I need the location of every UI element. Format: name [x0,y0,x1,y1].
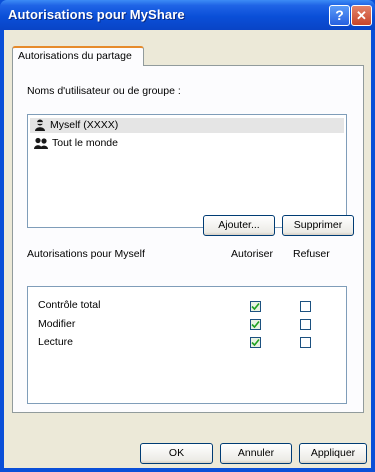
add-button[interactable]: Ajouter... [203,215,275,236]
ok-button[interactable]: OK [140,443,213,464]
cancel-button[interactable]: Annuler [220,443,292,464]
permissions-list: Contrôle total Modifier Lecture [27,286,347,404]
permissions-label: Autorisations pour Myself [27,248,145,260]
user-icon [35,119,45,131]
allow-column-header: Autoriser [231,248,274,260]
close-button[interactable]: ✕ [351,5,372,26]
checkmark-icon [251,320,260,329]
list-item[interactable]: Tout le monde [30,136,344,151]
apply-button[interactable]: Appliquer [299,443,367,464]
help-button[interactable]: ? [329,5,350,26]
deny-checkbox-read[interactable] [300,337,311,348]
users-label: Noms d'utilisateur ou de groupe : [27,85,181,97]
dialog-window: Autorisations pour MyShare ? ✕ Autorisat… [0,0,375,472]
window-title: Autorisations pour MyShare [8,7,185,22]
checkmark-icon [251,302,260,311]
list-item[interactable]: Myself (XXXX) [30,118,344,133]
users-listbox[interactable]: Myself (XXXX) Tout le monde [27,114,347,228]
user-name: Tout le monde [52,137,118,149]
permission-name: Modifier [38,318,76,330]
group-icon [34,137,48,149]
allow-checkbox-read[interactable] [250,337,261,348]
deny-checkbox-modify[interactable] [300,319,311,330]
user-name: Myself (XXXX) [50,119,119,131]
deny-column-header: Refuser [293,248,330,260]
title-bar[interactable]: Autorisations pour MyShare ? ✕ [0,0,375,30]
allow-checkbox-modify[interactable] [250,319,261,330]
remove-button[interactable]: Supprimer [282,215,354,236]
permission-name: Contrôle total [38,299,101,311]
allow-checkbox-full-control[interactable] [250,301,261,312]
dialog-client-area: Autorisations du partage Noms d'utilisat… [4,30,371,468]
checkmark-icon [251,338,260,347]
tab-share-permissions[interactable]: Autorisations du partage [12,46,144,66]
deny-checkbox-full-control[interactable] [300,301,311,312]
permission-name: Lecture [38,336,74,348]
